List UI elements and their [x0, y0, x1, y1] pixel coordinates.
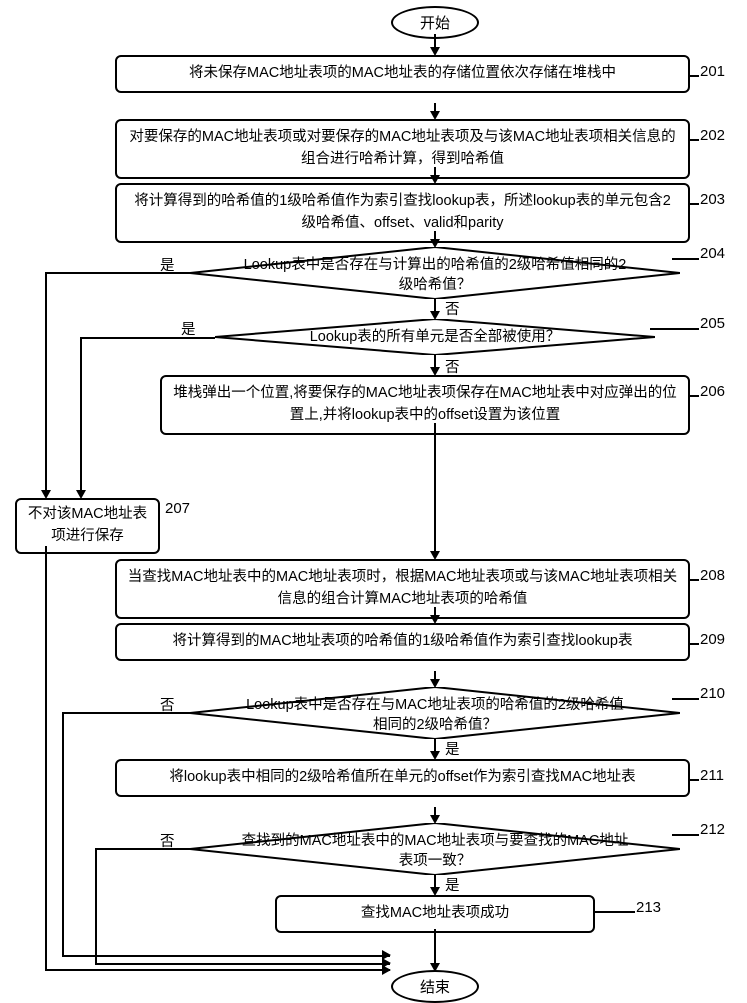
connector [45, 272, 190, 274]
connector [689, 139, 699, 141]
label-207: 207 [165, 500, 190, 517]
decision-204-text: Lookup表中是否存在与计算出的哈希值的2级哈希值相同的2级哈希值？ [190, 247, 680, 304]
connector [62, 955, 390, 957]
connector [689, 395, 699, 397]
connector [689, 203, 699, 205]
step-203: 将计算得到的哈希值的1级哈希值作为索引查找lookup表，所述lookup表的单… [115, 183, 690, 243]
step-202: 对要保存的MAC地址表项或对要保存的MAC地址表项及与该MAC地址表项相关信息的… [115, 119, 690, 179]
connector [95, 848, 97, 965]
connector [95, 963, 390, 965]
step-209: 将计算得到的MAC地址表项的哈希值的1级哈希值作为索引查找lookup表 [115, 623, 690, 661]
connector [95, 848, 190, 850]
connector [434, 945, 436, 965]
decision-205-text: Lookup表的所有单元是否全部被使用？ [215, 319, 655, 355]
connector [689, 779, 699, 781]
step-201: 将未保存MAC地址表项的MAC地址表的存储位置依次存储在堆栈中 [115, 55, 690, 93]
label-210: 210 [700, 685, 725, 702]
decision-210-text: Lookup表中是否存在与MAC地址表项的哈希值的2级哈希值相同的2级哈希值？ [190, 687, 680, 744]
connector [434, 423, 436, 553]
connector [45, 272, 47, 492]
decision-205: Lookup表的所有单元是否全部被使用？ [215, 319, 655, 355]
label-209: 209 [700, 631, 725, 648]
label-203: 203 [700, 191, 725, 208]
connector [45, 969, 390, 971]
connector [80, 337, 215, 339]
yes-205: 是 [181, 318, 196, 339]
step-206: 堆栈弹出一个位置,将要保存的MAC地址表项保存在MAC地址表中对应弹出的位置上,… [160, 375, 690, 435]
label-202: 202 [700, 127, 725, 144]
connector [594, 911, 635, 913]
label-205: 205 [700, 315, 725, 332]
connector [650, 328, 699, 330]
label-212: 212 [700, 821, 725, 838]
step-211: 将lookup表中相同的2级哈希值所在单元的offset作为索引查找MAC地址表 [115, 759, 690, 797]
decision-204: Lookup表中是否存在与计算出的哈希值的2级哈希值相同的2级哈希值？ [190, 247, 680, 299]
label-206: 206 [700, 383, 725, 400]
connector [689, 75, 699, 77]
step-208: 当查找MAC地址表中的MAC地址表项时，根据MAC地址表项或与该MAC地址表项相… [115, 559, 690, 619]
decision-210: Lookup表中是否存在与MAC地址表项的哈希值的2级哈希值相同的2级哈希值？ [190, 687, 680, 739]
connector [45, 546, 47, 971]
step-207: 不对该MAC地址表项进行保存 [15, 498, 160, 554]
end-terminal: 结束 [391, 970, 479, 1003]
connector [689, 579, 699, 581]
decision-212-text: 查找到的MAC地址表中的MAC地址表项与要查找的MAC地址表项一致？ [190, 823, 680, 880]
label-213: 213 [636, 899, 661, 916]
arrowhead [382, 965, 391, 975]
decision-212: 查找到的MAC地址表中的MAC地址表项与要查找的MAC地址表项一致？ [190, 823, 680, 875]
step-213: 查找MAC地址表项成功 [275, 895, 595, 933]
label-208: 208 [700, 567, 725, 584]
label-201: 201 [700, 63, 725, 80]
connector [80, 337, 82, 492]
connector [689, 643, 699, 645]
connector [62, 712, 64, 957]
label-204: 204 [700, 245, 725, 262]
label-211: 211 [700, 767, 724, 784]
no-205: 否 [445, 356, 460, 377]
connector [62, 712, 190, 714]
